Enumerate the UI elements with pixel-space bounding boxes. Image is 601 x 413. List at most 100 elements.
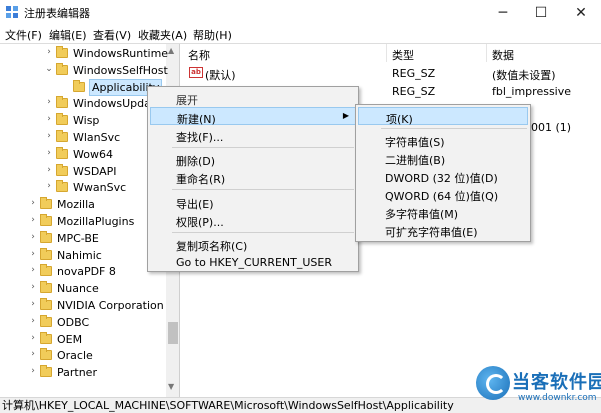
menu-separator — [381, 128, 527, 129]
tree-item[interactable]: › novaPDF 8 — [0, 263, 166, 280]
submenu-arrow-icon: ▶ — [342, 111, 349, 120]
chevron-right-icon[interactable]: › — [44, 148, 54, 158]
submenu-string-label: 字符串值(S) — [385, 136, 445, 149]
tree-item-label: WlanSvc — [73, 131, 121, 144]
column-type[interactable]: 类型 — [392, 44, 414, 62]
menu-expand-label: 展开 — [176, 94, 198, 107]
chevron-right-icon[interactable]: › — [28, 299, 38, 309]
tree-item[interactable]: ⌄ WindowsSelfHost — [0, 62, 168, 79]
chevron-right-icon[interactable]: › — [44, 131, 54, 141]
tree-item[interactable]: › ODBC — [0, 314, 166, 331]
menu-permissions[interactable]: 权限(P)... — [150, 211, 356, 229]
tree-item[interactable]: › Mozilla — [0, 196, 166, 213]
folder-icon — [56, 130, 68, 142]
chevron-right-icon[interactable]: › — [28, 366, 38, 376]
menu-file[interactable]: 文件(F) — [5, 27, 42, 43]
string-value-icon: ab — [189, 67, 203, 78]
submenu-expandable-string-value[interactable]: 可扩充字符串值(E) — [358, 221, 528, 239]
chevron-right-icon[interactable]: › — [44, 47, 54, 57]
tree-item[interactable]: › WindowsRuntime — [0, 45, 169, 62]
tree-item[interactable]: › OEM — [0, 331, 166, 348]
tree-item[interactable]: › Wow64 — [0, 146, 166, 163]
value-row[interactable]: ab (默认) REG_SZ (数值未设置) — [181, 64, 601, 82]
scroll-down-icon[interactable]: ▼ — [168, 382, 174, 391]
maximize-button[interactable]: ☐ — [526, 0, 556, 25]
submenu-qword-value[interactable]: QWORD (64 位)值(Q) — [358, 185, 528, 203]
submenu-expand-label: 可扩充字符串值(E) — [385, 226, 478, 239]
folder-icon — [40, 348, 52, 361]
column-divider[interactable] — [486, 44, 487, 62]
folder-icon — [40, 264, 52, 277]
submenu-dword-value[interactable]: DWORD (32 位)值(D) — [358, 167, 528, 185]
chevron-right-icon[interactable]: › — [28, 333, 38, 343]
tree-item[interactable]: › Nahimic — [0, 247, 166, 264]
tree-item[interactable]: › Oracle — [0, 347, 166, 364]
tree-item[interactable]: › Nuance — [0, 280, 166, 297]
tree-scroll-thumb[interactable] — [168, 322, 178, 344]
submenu-key-label: 项(K) — [386, 113, 413, 126]
menu-view[interactable]: 查看(V) — [93, 27, 131, 43]
tree-item[interactable]: › WSDAPI — [0, 163, 166, 180]
submenu-multi-string-value[interactable]: 多字符串值(M) — [358, 203, 528, 221]
tree-item-label: WindowsRuntime — [73, 47, 169, 60]
watermark-title: 当客软件园 — [512, 372, 601, 393]
value-type: REG_SZ — [392, 85, 436, 98]
tree-item[interactable]: › WlanSvc — [0, 129, 166, 146]
menu-goto-label: Go to HKEY_CURRENT_USER — [176, 256, 332, 269]
close-button[interactable]: ✕ — [566, 0, 596, 25]
folder-icon — [73, 79, 85, 92]
tree-item[interactable]: › NVIDIA Corporation — [0, 297, 166, 314]
folder-icon — [56, 163, 68, 176]
submenu-multi-label: 多字符串值(M) — [385, 208, 459, 221]
menu-edit[interactable]: 编辑(E) — [49, 27, 87, 43]
value-data: 001 (1) — [531, 121, 572, 134]
menu-delete[interactable]: 删除(D) — [150, 150, 356, 168]
submenu-string-value[interactable]: 字符串值(S) — [358, 131, 528, 149]
minimize-button[interactable]: ─ — [488, 0, 518, 25]
menu-export[interactable]: 导出(E) — [150, 193, 356, 211]
new-submenu: 项(K) 字符串值(S) 二进制值(B) DWORD (32 位)值(D) QW… — [355, 104, 531, 242]
tree-item-label: Wisp — [73, 114, 100, 128]
menu-delete-label: 删除(D) — [176, 155, 216, 168]
tree-item-label: WindowsSelfHost — [73, 63, 168, 77]
menu-expand[interactable]: 展开 — [150, 89, 356, 107]
tree-item[interactable]: › WwanSvc — [0, 179, 166, 196]
menu-new[interactable]: 新建(N) ▶ — [150, 107, 356, 126]
tree-item[interactable]: › WindowsUpdat — [0, 95, 166, 112]
menu-copy-key-name[interactable]: 复制项名称(C) — [150, 235, 356, 253]
tree-item[interactable]: › Wisp — [0, 112, 166, 129]
chevron-right-icon[interactable]: › — [28, 316, 38, 326]
chevron-right-icon[interactable]: › — [28, 232, 38, 242]
scroll-up-icon[interactable]: ▲ — [168, 46, 174, 55]
menu-favorites[interactable]: 收藏夹(A) — [138, 27, 187, 43]
chevron-right-icon[interactable]: › — [44, 114, 54, 124]
chevron-right-icon[interactable]: › — [28, 265, 38, 275]
menu-goto-hkcu[interactable]: Go to HKEY_CURRENT_USER — [150, 253, 356, 271]
chevron-right-icon[interactable]: › — [28, 198, 38, 208]
menu-rename[interactable]: 重命名(R) — [150, 168, 356, 186]
chevron-down-icon[interactable]: ⌄ — [44, 64, 54, 74]
chevron-right-icon[interactable]: › — [28, 282, 38, 292]
submenu-key[interactable]: 项(K) — [358, 107, 528, 126]
chevron-right-icon[interactable]: › — [44, 181, 54, 191]
tree-item[interactable]: › MPC-BE — [0, 230, 166, 247]
column-divider[interactable] — [386, 44, 387, 62]
tree-item[interactable]: › MozillaPlugins — [0, 213, 166, 230]
chevron-right-icon[interactable]: › — [28, 215, 38, 225]
menu-find[interactable]: 查找(F)... — [150, 126, 356, 144]
chevron-right-icon[interactable]: › — [28, 349, 38, 359]
tree-item[interactable]: Applicability — [0, 78, 166, 96]
chevron-right-icon[interactable]: › — [44, 97, 54, 107]
column-name[interactable]: 名称 — [188, 44, 210, 62]
submenu-dword-label: DWORD (32 位)值(D) — [385, 172, 498, 185]
menu-help[interactable]: 帮助(H) — [193, 27, 232, 43]
chevron-right-icon[interactable]: › — [28, 249, 38, 259]
submenu-binary-value[interactable]: 二进制值(B) — [358, 149, 528, 167]
menu-copy-key-label: 复制项名称(C) — [176, 240, 248, 253]
chevron-right-icon[interactable]: › — [44, 165, 54, 175]
tree-item-label: NVIDIA Corporation — [57, 299, 164, 312]
column-data[interactable]: 数据 — [492, 44, 514, 62]
folder-icon — [56, 180, 68, 193]
tree-item-label: MPC-BE — [57, 231, 99, 245]
tree-item[interactable]: › Partner — [0, 364, 166, 381]
